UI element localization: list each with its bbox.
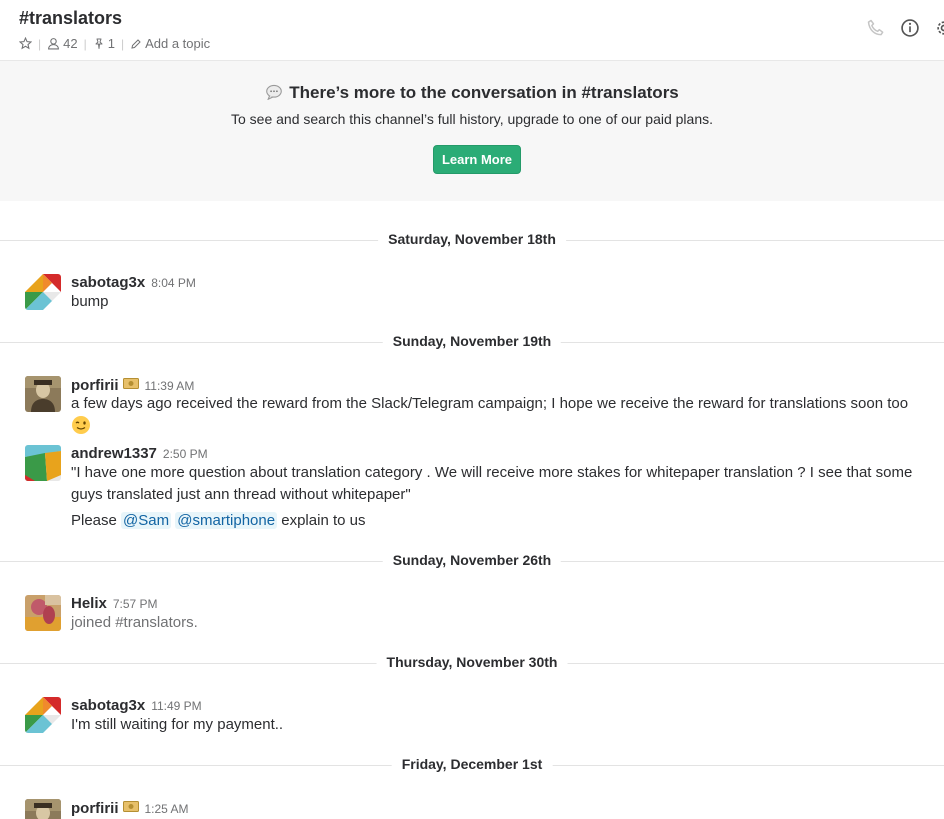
author-name[interactable]: porfirii: [71, 377, 119, 394]
day-divider: Friday, December 1st: [0, 755, 944, 775]
avatar[interactable]: [25, 799, 61, 819]
message-body: a few days ago received the reward from …: [71, 395, 909, 412]
day-label: Saturday, November 18th: [378, 231, 566, 247]
banner-title-text: There’s more to the conversation in #tra…: [289, 83, 679, 102]
message-time[interactable]: 11:49 PM: [151, 699, 201, 713]
user-mention[interactable]: @smartiphone: [175, 512, 278, 529]
author-name[interactable]: porfirii: [71, 800, 119, 817]
message-body: Please: [71, 512, 117, 529]
day-label: Sunday, November 19th: [382, 333, 562, 349]
phone-icon[interactable]: [866, 18, 886, 43]
pencil-icon[interactable]: [130, 38, 142, 50]
meta-separator: |: [120, 36, 125, 51]
upgrade-banner: There’s more to the conversation in #tra…: [0, 61, 944, 201]
channel-meta: | 42 | 1 | Add a topic: [19, 36, 210, 51]
author-name[interactable]: andrew1337: [71, 445, 157, 462]
message-header: sabotag3x 8:04 PM: [71, 274, 196, 292]
message-header: andrew1337 2:50 PM: [71, 445, 208, 463]
day-label: Friday, December 1st: [391, 756, 553, 772]
message-text: I'm still waiting for my payment..: [71, 716, 284, 733]
avatar[interactable]: [25, 697, 61, 733]
info-icon[interactable]: [900, 18, 920, 43]
speech-bubble-icon: [265, 84, 283, 105]
message-time[interactable]: 8:04 PM: [151, 276, 196, 290]
meta-separator: |: [83, 36, 87, 51]
author-name[interactable]: sabotag3x: [71, 697, 145, 714]
pin-icon[interactable]: [93, 37, 105, 50]
channel-title[interactable]: #translators: [19, 8, 122, 29]
star-icon[interactable]: [19, 37, 32, 50]
message-text: bump: [71, 293, 109, 310]
message-time[interactable]: 7:57 PM: [113, 597, 158, 611]
message-body: explain to us: [281, 512, 366, 529]
message-time[interactable]: 1:25 AM: [145, 802, 189, 816]
pinned-count[interactable]: 1: [108, 36, 115, 51]
learn-more-button[interactable]: Learn More: [433, 145, 521, 174]
channel-header: #translators | 42 | 1 | Add a topic: [0, 0, 944, 61]
avatar[interactable]: [25, 376, 61, 412]
moneybag-badge-icon: [122, 799, 139, 817]
day-label: Thursday, November 30th: [376, 654, 568, 670]
banner-wave-edge: [0, 189, 944, 198]
day-divider: Saturday, November 18th: [0, 230, 944, 250]
message-header: sabotag3x 11:49 PM: [71, 697, 202, 715]
add-topic-link[interactable]: Add a topic: [145, 36, 210, 51]
day-divider: Sunday, November 26th: [0, 551, 944, 571]
member-count[interactable]: 42: [63, 36, 77, 51]
author-name[interactable]: sabotag3x: [71, 274, 145, 291]
avatar[interactable]: [25, 595, 61, 631]
message-text: "I have one more question about translat…: [71, 464, 913, 503]
avatar[interactable]: [25, 445, 61, 481]
day-divider: Sunday, November 19th: [0, 332, 944, 352]
message-text: joined #translators.: [71, 614, 198, 631]
message-text: Please @Sam @smartiphone explain to us: [71, 510, 931, 532]
user-mention[interactable]: @Sam: [121, 512, 172, 529]
message-text: a few days ago received the reward from …: [71, 393, 931, 442]
header-actions: [852, 18, 944, 43]
message-time[interactable]: 2:50 PM: [163, 447, 208, 461]
moneybag-badge-icon: [122, 376, 139, 394]
banner-subtitle: To see and search this channel’s full hi…: [230, 111, 713, 127]
gear-icon[interactable]: [934, 18, 944, 43]
author-name[interactable]: Helix: [71, 595, 107, 612]
banner-title: There’s more to the conversation in #tra…: [0, 83, 944, 105]
day-divider: Thursday, November 30th: [0, 653, 944, 673]
wink-emoji-icon: [71, 415, 91, 442]
message-header: Helix 7:57 PM: [71, 595, 158, 613]
message-time[interactable]: 11:39 AM: [145, 379, 195, 393]
avatar[interactable]: [25, 274, 61, 310]
meta-separator: |: [38, 36, 42, 51]
day-label: Sunday, November 26th: [382, 552, 562, 568]
message-header: porfirii 1:25 AM: [71, 799, 189, 818]
member-icon[interactable]: [47, 37, 60, 50]
